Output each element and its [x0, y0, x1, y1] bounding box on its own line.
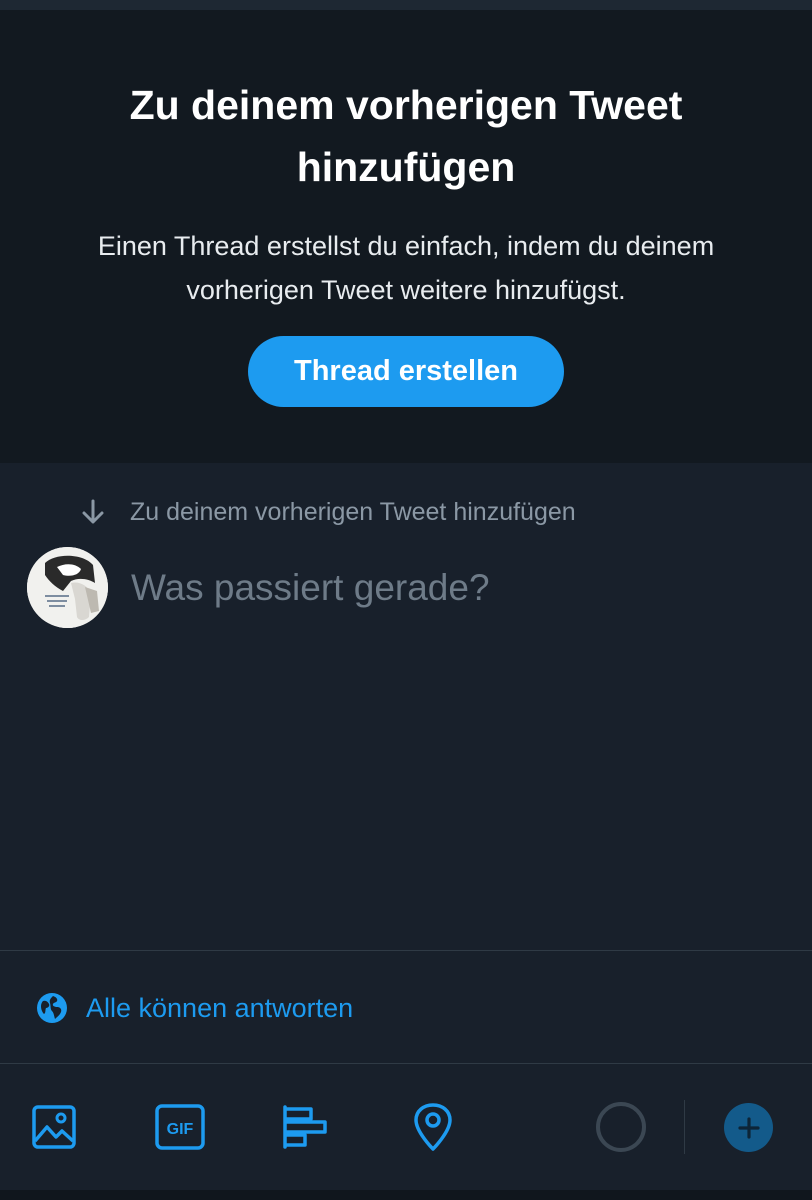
divider	[0, 950, 812, 951]
gif-label: GIF	[167, 1121, 194, 1138]
location-icon[interactable]	[408, 1102, 458, 1152]
bottom-edge	[0, 1190, 812, 1200]
divider	[0, 1063, 812, 1064]
image-icon[interactable]	[29, 1102, 79, 1152]
avatar[interactable]	[27, 547, 108, 628]
top-edge	[0, 0, 812, 10]
avatar-image	[27, 547, 108, 628]
reply-context: Zu deinem vorherigen Tweet hinzufügen	[80, 492, 576, 532]
toolbar-separator	[684, 1100, 685, 1154]
plus-icon	[737, 1116, 760, 1139]
compose-tweet-input[interactable]	[131, 560, 771, 616]
promo-title: Zu deinem vorherigen Tweet hinzufügen	[129, 82, 683, 190]
add-tweet-button[interactable]	[724, 1103, 773, 1152]
create-thread-button[interactable]: Thread erstellen	[248, 336, 564, 407]
reply-context-label: Zu deinem vorherigen Tweet hinzufügen	[130, 497, 576, 526]
globe-icon	[37, 993, 67, 1023]
reply-permission-label: Alle können antworten	[86, 992, 354, 1023]
promo-description: Einen Thread erstellst du einfach, indem…	[97, 231, 715, 305]
poll-icon[interactable]	[281, 1102, 331, 1152]
reply-permission-button[interactable]: Alle können antworten	[36, 986, 353, 1030]
gif-icon[interactable]: GIF	[155, 1102, 205, 1152]
character-counter	[596, 1102, 646, 1152]
thread-promo-panel: Zu deinem vorherigen Tweet hinzufügen Ei…	[0, 10, 812, 463]
compose-screen: Zu deinem vorherigen Tweet hinzufügen Ei…	[0, 0, 812, 1200]
arrow-down-icon	[82, 499, 104, 524]
